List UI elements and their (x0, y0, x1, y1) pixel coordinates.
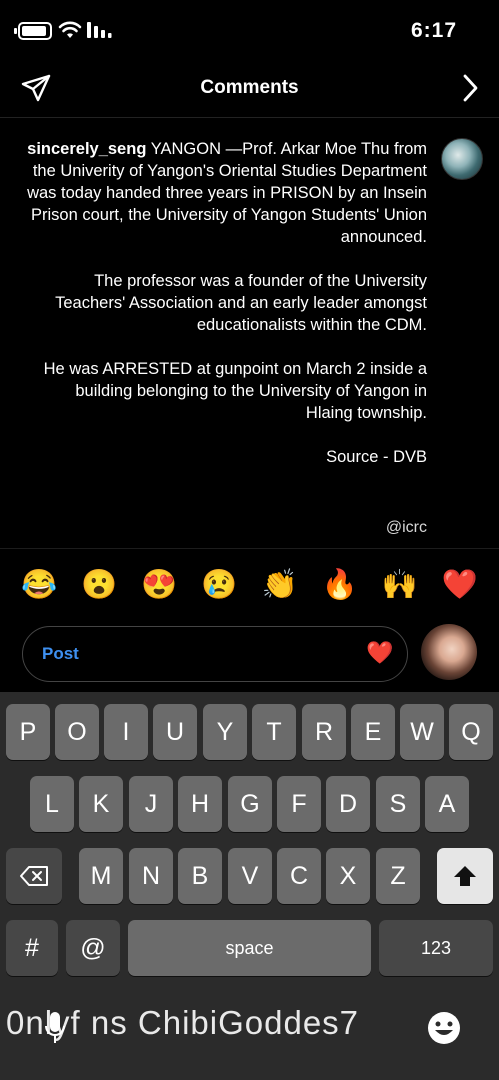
key-d[interactable]: D (326, 776, 370, 832)
key-f[interactable]: F (277, 776, 321, 832)
key-z[interactable]: Z (376, 848, 420, 904)
key-y[interactable]: Y (203, 704, 247, 760)
key-o[interactable]: O (55, 704, 99, 760)
comment-username[interactable]: sincerely_seng (27, 140, 146, 158)
chevron-back-icon[interactable] (459, 72, 481, 104)
key-g[interactable]: G (228, 776, 272, 832)
key-s[interactable]: S (376, 776, 420, 832)
key-q[interactable]: Q (449, 704, 493, 760)
shift-key[interactable] (437, 848, 493, 904)
battery-nub (14, 28, 17, 34)
emoji-raising-hands[interactable]: 🙌 (381, 567, 419, 603)
heart-icon[interactable]: ❤️ (366, 640, 393, 666)
battery-icon (18, 22, 52, 40)
emoji-laughing[interactable]: 😂 (20, 567, 58, 603)
hash-key[interactable]: # (6, 920, 58, 976)
backspace-icon (20, 866, 48, 886)
key-t[interactable]: T (252, 704, 296, 760)
key-l[interactable]: L (30, 776, 74, 832)
post-button[interactable]: Post (42, 644, 79, 664)
user-avatar (421, 624, 477, 680)
emoji-surprised[interactable]: 😮 (80, 567, 118, 603)
key-i[interactable]: I (104, 704, 148, 760)
key-n[interactable]: N (129, 848, 173, 904)
backspace-key[interactable] (6, 848, 62, 904)
key-u[interactable]: U (153, 704, 197, 760)
comment-mention[interactable]: @icrc (386, 519, 427, 537)
keyboard: P O I U Y T R E W Q L K J H G F D S A M … (0, 692, 499, 1080)
key-m[interactable]: M (79, 848, 123, 904)
microphone-icon[interactable] (44, 1010, 66, 1046)
header: Comments (0, 62, 499, 118)
key-c[interactable]: C (277, 848, 321, 904)
space-key[interactable]: space (128, 920, 371, 976)
comment-input-row: Post ❤️ (0, 620, 499, 692)
emoji-crying[interactable]: 😢 (200, 567, 238, 603)
key-w[interactable]: W (400, 704, 444, 760)
commenter-avatar[interactable] (441, 138, 483, 180)
comment-input[interactable] (22, 626, 408, 682)
comment-paragraph: sincerely_seng YANGON —Prof. Arkar Moe T… (26, 138, 427, 248)
comment-paragraph: The professor was a founder of the Unive… (55, 272, 427, 334)
shift-arrow-icon (454, 866, 476, 886)
emoji-clapping[interactable]: 👏 (261, 567, 299, 603)
emoji-keyboard-icon[interactable] (426, 1010, 462, 1046)
signal-icon (87, 22, 112, 38)
key-b[interactable]: B (178, 848, 222, 904)
comment-paragraph: He was ARRESTED at gunpoint on March 2 i… (43, 360, 427, 422)
emoji-bar: 😂 😮 😍 😢 👏 🔥 🙌 ❤️ (0, 548, 499, 620)
wifi-icon (58, 21, 82, 38)
at-key[interactable]: @ (66, 920, 120, 976)
key-h[interactable]: H (178, 776, 222, 832)
emoji-heart-eyes[interactable]: 😍 (140, 567, 178, 603)
key-j[interactable]: J (129, 776, 173, 832)
key-k[interactable]: K (79, 776, 123, 832)
key-v[interactable]: V (228, 848, 272, 904)
comment: sincerely_seng YANGON —Prof. Arkar Moe T… (0, 120, 499, 548)
page-title: Comments (200, 77, 299, 98)
comment-text: sincerely_seng YANGON —Prof. Arkar Moe T… (26, 138, 427, 490)
status-bar: 6:17 (0, 0, 499, 60)
emoji-heart[interactable]: ❤️ (441, 567, 479, 603)
status-time: 6:17 (410, 19, 457, 42)
key-e[interactable]: E (351, 704, 395, 760)
key-a[interactable]: A (425, 776, 469, 832)
key-p[interactable]: P (6, 704, 50, 760)
key-x[interactable]: X (326, 848, 370, 904)
numbers-key[interactable]: 123 (379, 920, 493, 976)
emoji-fire[interactable]: 🔥 (321, 567, 359, 603)
comment-paragraph: Source - DVB (326, 448, 427, 466)
key-r[interactable]: R (302, 704, 346, 760)
